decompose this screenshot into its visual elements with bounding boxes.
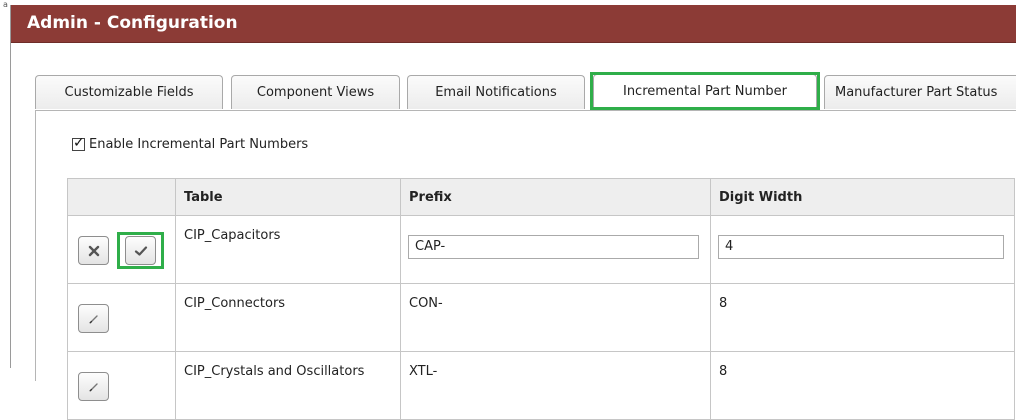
save-button[interactable] (125, 236, 156, 265)
column-header-digit-width: Digit Width (710, 178, 1015, 216)
table-row: CIP_Connectors CON- 8 (67, 283, 1015, 352)
table-name-cell: CIP_Crystals and Oscillators (175, 351, 401, 420)
table-name-cell: CIP_Connectors (175, 283, 401, 352)
prefix-cell: XTL- (400, 351, 711, 420)
enable-incremental-label: Enable Incremental Part Numbers (89, 137, 309, 152)
column-header-table: Table (175, 178, 401, 216)
part-number-table: Table Prefix Digit Width CIP_Capacitors … (67, 178, 1015, 420)
digit-width-cell: 8 (710, 351, 1015, 420)
cancel-icon (88, 245, 99, 256)
cancel-button[interactable] (78, 236, 109, 265)
admin-window: Admin - Configuration Customizable Field… (10, 5, 1016, 420)
check-mark-icon: ✓ (73, 135, 85, 151)
enable-incremental-row[interactable]: ✓ Enable Incremental Part Numbers (72, 135, 309, 152)
table-row: CIP_Crystals and Oscillators XTL- 8 (67, 351, 1015, 420)
edit-button[interactable] (78, 372, 109, 401)
prefix-input[interactable]: CAP- (408, 235, 699, 259)
title-bar: Admin - Configuration (11, 5, 1016, 43)
enable-incremental-checkbox[interactable]: ✓ (72, 135, 85, 151)
table-name-cell: CIP_Capacitors (175, 215, 401, 284)
prefix-cell: CAP- (400, 215, 711, 284)
column-header-actions (67, 178, 176, 216)
tab-panel: ✓ Enable Incremental Part Numbers Table … (35, 110, 1016, 420)
row-actions (67, 283, 176, 352)
tab-incremental-part-number[interactable]: Incremental Part Number (593, 74, 817, 110)
tab-strip: Customizable Fields Component Views Emai… (35, 69, 1016, 111)
digit-width-cell: 4 (710, 215, 1015, 284)
tab-manufacturer-part-status[interactable]: Manufacturer Part Status (824, 75, 1016, 109)
pencil-icon (89, 314, 98, 323)
row-actions (67, 351, 176, 420)
corner-mark: a (3, 0, 8, 9)
check-icon (134, 245, 147, 256)
edit-button[interactable] (78, 304, 109, 333)
row-actions (67, 215, 176, 284)
tab-customizable-fields[interactable]: Customizable Fields (35, 75, 223, 109)
column-header-prefix: Prefix (400, 178, 711, 216)
digit-width-cell: 8 (710, 283, 1015, 352)
tab-email-notifications[interactable]: Email Notifications (407, 75, 585, 109)
tab-component-views[interactable]: Component Views (231, 75, 400, 109)
pencil-icon (89, 382, 98, 391)
table-row: CIP_Capacitors CAP- 4 (67, 215, 1015, 284)
prefix-cell: CON- (400, 283, 711, 352)
page-title: Admin - Configuration (27, 13, 238, 33)
table-header-row: Table Prefix Digit Width (67, 178, 1015, 216)
digit-width-input[interactable]: 4 (718, 235, 1004, 259)
